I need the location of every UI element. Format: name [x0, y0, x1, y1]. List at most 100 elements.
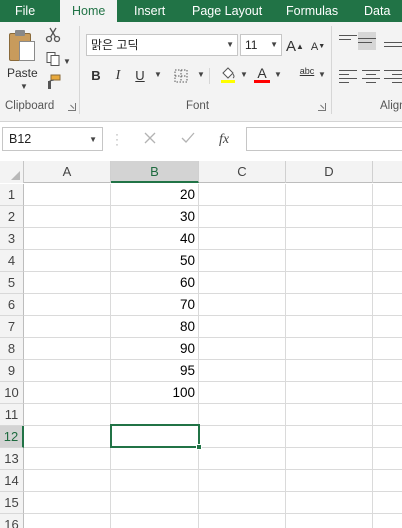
cell-c7[interactable]	[199, 316, 286, 338]
cell-d2[interactable]	[286, 206, 373, 228]
cell-e10[interactable]	[373, 382, 402, 404]
font-name-dropdown[interactable]: 맑은 고딕 ▼	[86, 34, 238, 56]
align-right-icon[interactable]	[384, 67, 402, 85]
cell-d9[interactable]	[286, 360, 373, 382]
font-color-dropdown-icon[interactable]: ▼	[274, 70, 282, 79]
row-header[interactable]: 11	[0, 404, 24, 426]
tab-formulas[interactable]: Formulas	[286, 0, 338, 22]
orientation-dropdown-icon[interactable]: ▼	[318, 70, 326, 79]
font-color-button[interactable]: A	[252, 66, 272, 86]
row-header[interactable]: 4	[0, 250, 24, 272]
fill-handle[interactable]	[196, 444, 202, 450]
cell-e13[interactable]	[373, 448, 402, 470]
tab-page-layout[interactable]: Page Layout	[192, 0, 262, 22]
cell-d5[interactable]	[286, 272, 373, 294]
column-header-d[interactable]: D	[286, 161, 373, 183]
column-header-e[interactable]	[373, 161, 402, 183]
clipboard-dialog-launcher-icon[interactable]	[68, 103, 76, 111]
cell-a11[interactable]	[24, 404, 111, 426]
row-header[interactable]: 13	[0, 448, 24, 470]
cell-d12[interactable]	[286, 426, 373, 448]
underline-dropdown-icon[interactable]: ▼	[154, 70, 162, 79]
cell-a2[interactable]	[24, 206, 111, 228]
cell-b9[interactable]: 95	[111, 360, 199, 382]
cell-a16[interactable]	[24, 514, 111, 528]
cell-a7[interactable]	[24, 316, 111, 338]
cell-b7[interactable]: 80	[111, 316, 199, 338]
cell-e7[interactable]	[373, 316, 402, 338]
italic-button[interactable]: I	[110, 66, 126, 86]
font-size-dropdown[interactable]: 11 ▼	[240, 34, 282, 56]
cell-b8[interactable]: 90	[111, 338, 199, 360]
copy-dropdown-icon[interactable]: ▼	[62, 53, 72, 71]
cell-c4[interactable]	[199, 250, 286, 272]
row-header[interactable]: 3	[0, 228, 24, 250]
cell-b3[interactable]: 40	[111, 228, 199, 250]
cell-d1[interactable]	[286, 184, 373, 206]
cell-d3[interactable]	[286, 228, 373, 250]
row-header[interactable]: 2	[0, 206, 24, 228]
cell-b13[interactable]	[111, 448, 199, 470]
cell-c8[interactable]	[199, 338, 286, 360]
cell-c2[interactable]	[199, 206, 286, 228]
cell-e5[interactable]	[373, 272, 402, 294]
cell-a10[interactable]	[24, 382, 111, 404]
row-header[interactable]: 5	[0, 272, 24, 294]
tab-insert[interactable]: Insert	[134, 0, 165, 22]
top-align-icon[interactable]	[339, 32, 357, 50]
cell-b1[interactable]: 20	[111, 184, 199, 206]
borders-button[interactable]	[170, 66, 192, 86]
cell-b10[interactable]: 100	[111, 382, 199, 404]
cut-icon[interactable]	[42, 27, 64, 45]
cell-c1[interactable]	[199, 184, 286, 206]
format-painter-icon[interactable]	[42, 74, 64, 92]
cell-c11[interactable]	[199, 404, 286, 426]
cell-d7[interactable]	[286, 316, 373, 338]
insert-function-icon[interactable]: fx	[214, 130, 234, 150]
cell-e9[interactable]	[373, 360, 402, 382]
cell-d15[interactable]	[286, 492, 373, 514]
row-header[interactable]: 12	[0, 426, 24, 448]
cell-e3[interactable]	[373, 228, 402, 250]
paste-button[interactable]: Paste ▼	[3, 26, 41, 91]
cell-a4[interactable]	[24, 250, 111, 272]
cell-a3[interactable]	[24, 228, 111, 250]
cell-d10[interactable]	[286, 382, 373, 404]
row-header[interactable]: 16	[0, 514, 24, 528]
column-header-c[interactable]: C	[199, 161, 286, 183]
select-all-button[interactable]	[0, 161, 24, 183]
cell-a1[interactable]	[24, 184, 111, 206]
borders-dropdown-icon[interactable]: ▼	[197, 70, 205, 79]
cell-a6[interactable]	[24, 294, 111, 316]
fill-color-button[interactable]	[218, 66, 238, 86]
cell-d14[interactable]	[286, 470, 373, 492]
underline-button[interactable]: U	[132, 66, 148, 86]
cell-b2[interactable]: 30	[111, 206, 199, 228]
cell-b11[interactable]	[111, 404, 199, 426]
cell-d11[interactable]	[286, 404, 373, 426]
cell-d8[interactable]	[286, 338, 373, 360]
fill-color-dropdown-icon[interactable]: ▼	[240, 70, 248, 79]
cell-a15[interactable]	[24, 492, 111, 514]
cell-c9[interactable]	[199, 360, 286, 382]
row-header[interactable]: 9	[0, 360, 24, 382]
cell-b12[interactable]	[111, 426, 199, 448]
decrease-font-size-button[interactable]: A▼	[310, 37, 326, 57]
cell-b6[interactable]: 70	[111, 294, 199, 316]
formula-bar-resize-handle[interactable]: · · ·	[115, 128, 119, 150]
cell-d6[interactable]	[286, 294, 373, 316]
formula-input[interactable]	[246, 127, 402, 151]
cell-c6[interactable]	[199, 294, 286, 316]
bottom-align-icon[interactable]	[384, 32, 402, 50]
cell-e2[interactable]	[373, 206, 402, 228]
font-dialog-launcher-icon[interactable]	[318, 103, 326, 111]
row-header[interactable]: 10	[0, 382, 24, 404]
tab-data[interactable]: Data	[364, 0, 390, 22]
row-header[interactable]: 8	[0, 338, 24, 360]
cell-b4[interactable]: 50	[111, 250, 199, 272]
cell-a14[interactable]	[24, 470, 111, 492]
cell-e6[interactable]	[373, 294, 402, 316]
cell-b14[interactable]	[111, 470, 199, 492]
cell-c14[interactable]	[199, 470, 286, 492]
cell-e11[interactable]	[373, 404, 402, 426]
